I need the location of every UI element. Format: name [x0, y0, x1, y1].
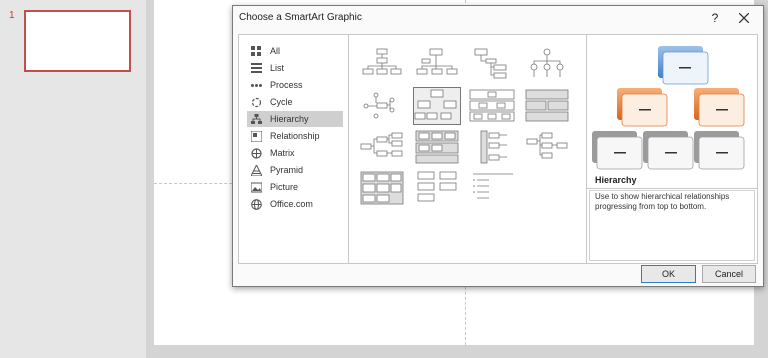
category-office-com[interactable]: Office.com: [247, 196, 343, 212]
ok-button[interactable]: OK: [641, 265, 696, 283]
category-label: Matrix: [270, 148, 295, 158]
category-label: Picture: [270, 182, 299, 192]
category-label: Relationship: [270, 131, 320, 141]
globe-icon: [251, 199, 262, 210]
layout-tile-name-title-org[interactable]: [414, 47, 460, 83]
preview-title: Hierarchy: [595, 175, 637, 185]
layout-thumbnail: [362, 48, 402, 75]
layout-tile-org-chart[interactable]: [359, 47, 405, 83]
layout-tile-half-circle-org[interactable]: [469, 47, 515, 83]
layout-gallery: [348, 34, 587, 264]
picture-icon: [251, 182, 262, 193]
layout-thumbnail: [363, 92, 395, 119]
layout-thumbnail: [525, 89, 569, 122]
layout-tile-horizontal-hierarchy[interactable]: [359, 129, 405, 165]
list-icon: [251, 63, 262, 73]
preview-description: Use to show hierarchical relationships p…: [595, 192, 730, 211]
category-relationship[interactable]: Relationship: [247, 128, 343, 144]
cycle-icon: [251, 97, 262, 108]
layout-tile-stacked-hierarchy[interactable]: [414, 170, 460, 206]
process-icon: [251, 84, 262, 87]
close-icon: [739, 13, 749, 23]
layout-thumbnail: [474, 48, 507, 79]
category-label: Cycle: [270, 97, 293, 107]
relationship-icon: [251, 131, 262, 142]
slide-number: 1: [9, 10, 15, 21]
layout-tile-hierarchy-list[interactable]: [414, 129, 460, 165]
layout-thumbnail: [415, 130, 459, 164]
pyramid-icon: [251, 165, 262, 176]
layout-tile-lined-list[interactable]: [359, 170, 405, 206]
category-label: List: [270, 63, 285, 73]
close-button[interactable]: [736, 10, 752, 26]
layout-thumbnail: [416, 48, 458, 75]
category-matrix[interactable]: Matrix: [247, 145, 343, 161]
category-picture[interactable]: Picture: [247, 179, 343, 195]
category-label: Hierarchy: [270, 114, 309, 124]
category-pyramid[interactable]: Pyramid: [247, 162, 343, 178]
category-list-item[interactable]: List: [247, 60, 343, 76]
smartart-dialog: Choose a SmartArt Graphic ? All List Pro…: [232, 5, 764, 287]
divider: [587, 188, 757, 189]
category-list: All List Process Cycle Hierarchy Relatio…: [238, 34, 349, 264]
hierarchy-preview-image: [592, 46, 745, 170]
category-label: Office.com: [270, 199, 313, 209]
layout-tile-labeled-hierarchy[interactable]: [469, 88, 515, 124]
slide-thumbnail[interactable]: [24, 10, 131, 72]
grid-icon: [251, 46, 261, 56]
layout-thumbnail: [526, 132, 568, 159]
cancel-button[interactable]: Cancel: [702, 265, 756, 283]
layout-tile-architecture[interactable]: [524, 129, 570, 165]
layout-tile-vertical-bracket[interactable]: [469, 129, 515, 165]
layout-tile-text-hierarchy[interactable]: [469, 170, 515, 206]
help-button[interactable]: ?: [707, 10, 723, 26]
layout-thumbnail: [473, 173, 513, 199]
slide-thumbnail-pane: 1: [0, 0, 146, 358]
layout-tile-horizontal-org[interactable]: [359, 88, 405, 124]
layout-thumbnail: [360, 132, 403, 157]
layout-thumbnail: [469, 89, 515, 122]
category-process[interactable]: Process: [247, 77, 343, 93]
layout-thumbnail: [414, 89, 457, 120]
layout-thumbnail: [360, 171, 404, 205]
layout-thumbnail: [417, 171, 457, 202]
category-label: All: [270, 46, 281, 56]
layout-thumbnail: [530, 48, 564, 77]
preview-pane: Hierarchy Use to show hierarchical relat…: [586, 34, 758, 264]
category-all[interactable]: All: [247, 43, 343, 59]
layout-tile-hierarchy[interactable]: [413, 87, 461, 125]
layout-tile-table-hierarchy[interactable]: [524, 88, 570, 124]
category-hierarchy[interactable]: Hierarchy: [247, 111, 343, 127]
category-label: Process: [270, 80, 303, 90]
layout-tile-circle-picture[interactable]: [524, 47, 570, 83]
category-cycle[interactable]: Cycle: [247, 94, 343, 110]
layout-thumbnail: [480, 130, 507, 164]
hierarchy-icon: [251, 114, 262, 124]
matrix-icon: [251, 148, 262, 159]
category-label: Pyramid: [270, 165, 304, 175]
dialog-title: Choose a SmartArt Graphic: [239, 12, 362, 23]
